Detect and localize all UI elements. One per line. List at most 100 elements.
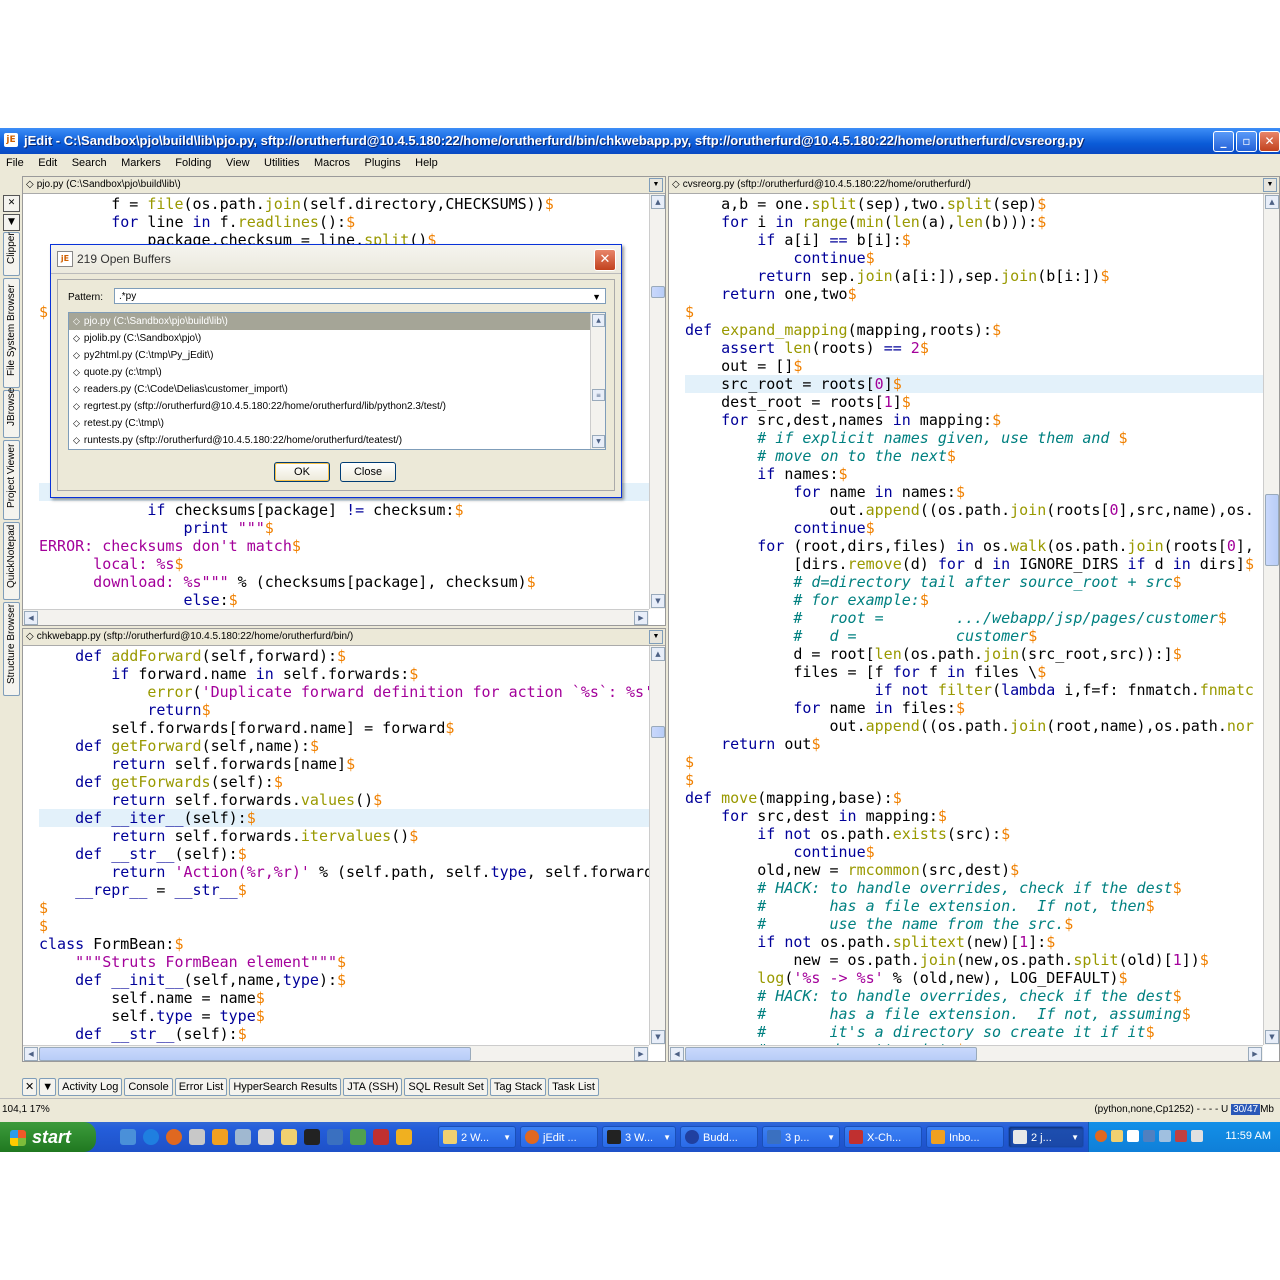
quicklaunch-ie-icon[interactable]	[143, 1129, 159, 1145]
quicklaunch-firefox-icon[interactable]	[166, 1129, 182, 1145]
bottom-dock-menu-icon[interactable]: ▼	[39, 1078, 57, 1096]
horizontal-scrollbar-cvsreorg[interactable]: ◀ ▶	[669, 1045, 1263, 1061]
task-buddy[interactable]: Budd...	[680, 1126, 758, 1148]
system-clock[interactable]: 11:59 AM	[1225, 1130, 1271, 1142]
menu-help[interactable]: Help	[409, 154, 443, 169]
vertical-scrollbar-pjo[interactable]: ▲ ▼	[649, 194, 665, 609]
dock-tab-file-system-browser[interactable]: File System Browser	[3, 278, 20, 388]
tray-doc-icon[interactable]	[1127, 1130, 1139, 1142]
ok-button[interactable]: OK	[274, 462, 330, 482]
task-programs[interactable]: 3 p... ▼	[762, 1126, 840, 1148]
menu-view[interactable]: View	[220, 154, 255, 169]
tab-console[interactable]: Console	[124, 1078, 173, 1096]
dock-tab-project-viewer[interactable]: Project Viewer	[3, 440, 20, 520]
memory-indicator[interactable]: 30/47	[1231, 1104, 1261, 1115]
quicklaunch-app-icon[interactable]	[327, 1129, 343, 1145]
left-dock: ✕ ▼ Clipper File System Browser JBrowse …	[0, 174, 22, 704]
bottom-dock-close-icon[interactable]: ✕	[22, 1078, 38, 1096]
vertical-scrollbar-chkwebapp[interactable]: ▲ ▼	[649, 646, 665, 1045]
list-item[interactable]: ◇ pjo.py (C:\Sandbox\pjo\build\lib\)	[69, 313, 605, 330]
dialog-title-bar[interactable]: jE 219 Open Buffers ✕	[51, 245, 621, 274]
task-windows-explorer[interactable]: 2 W... ▼	[438, 1126, 516, 1148]
task-inbox[interactable]: Inbo...	[926, 1126, 1004, 1148]
quicklaunch-tool-icon[interactable]	[189, 1129, 205, 1145]
task-jedit[interactable]: 2 j... ▼	[1008, 1126, 1084, 1148]
quicklaunch-mail-icon[interactable]	[212, 1129, 228, 1145]
task-jedit-firefox[interactable]: jEdit ...	[520, 1126, 598, 1148]
list-item[interactable]: ◇ pjolib.py (C:\Sandbox\pjo\)	[69, 330, 605, 347]
buffer-list: ◇ pjo.py (C:\Sandbox\pjo\build\lib\) ◇ pjo…	[68, 312, 606, 450]
title-bar[interactable]: jE jEdit - C:\Sandbox\pjo\build\lib\pjo.…	[0, 128, 1280, 154]
quicklaunch-folder-icon[interactable]	[281, 1129, 297, 1145]
minimize-button[interactable]: _	[1213, 131, 1234, 152]
menu-macros[interactable]: Macros	[308, 154, 355, 169]
dock-tab-structure-browser[interactable]: Structure Browser	[3, 602, 20, 696]
buffer-status: (python,none,Cp1252) - - - - U 30/47 Mb	[1094, 1104, 1274, 1115]
dock-menu-icon[interactable]: ▼	[3, 214, 20, 231]
tray-connection-icon[interactable]	[1159, 1130, 1171, 1142]
list-item[interactable]: ◇ quote.py (c:\tmp\)	[69, 364, 605, 381]
tab-task-list[interactable]: Task List	[548, 1078, 599, 1096]
menu-folding[interactable]: Folding	[169, 154, 216, 169]
start-button[interactable]: start	[0, 1122, 96, 1152]
menu-markers[interactable]: Markers	[115, 154, 166, 169]
dropdown-arrow-icon[interactable]: ▼	[649, 178, 663, 192]
dialog-body: Pattern: .*py ▼ ◇ pjo.py (C:\Sandbox\pjo\b…	[57, 279, 615, 491]
text-area-chkwebapp[interactable]: def addForward(self,forward):$ if forwar…	[23, 646, 649, 1045]
menu-edit[interactable]: Edit	[32, 154, 62, 169]
quicklaunch-console-icon[interactable]	[304, 1129, 320, 1145]
dialog-title: 219 Open Buffers	[77, 252, 171, 266]
dock-tab-jbrowse[interactable]: JBrowse	[3, 388, 20, 438]
tab-hypersearch-results[interactable]: HyperSearch Results	[229, 1078, 342, 1096]
system-tray: 11:59 AM	[1088, 1122, 1280, 1152]
tray-expand-icon[interactable]	[1095, 1130, 1107, 1142]
tab-sql-result-set[interactable]: SQL Result Set	[404, 1078, 488, 1096]
tab-activity-log[interactable]: Activity Log	[58, 1078, 123, 1096]
menu-utilities[interactable]: Utilities	[258, 154, 304, 169]
quicklaunch-app2-icon[interactable]	[350, 1129, 366, 1145]
dock-close-icon[interactable]: ✕	[3, 195, 20, 212]
text-area-cvsreorg[interactable]: a,b = one.split(sep),two.split(sep)$ for…	[669, 194, 1263, 1045]
dialog-close-button[interactable]: ✕	[594, 249, 616, 271]
tray-security-icon[interactable]	[1175, 1130, 1187, 1142]
list-item[interactable]: ◇ readers.py (C:\Code\Delias\customer_imp…	[69, 381, 605, 398]
pattern-input[interactable]: .*py ▼	[114, 288, 606, 304]
tray-volume-icon[interactable]	[1191, 1130, 1203, 1142]
tab-jta-ssh[interactable]: JTA (SSH)	[343, 1078, 403, 1096]
menu-plugins[interactable]: Plugins	[359, 154, 406, 169]
buffer-switcher-chkwebapp[interactable]: ◇ chkwebapp.py (sftp://orutherfurd@10.4.5…	[23, 629, 665, 646]
buffer-switcher-cvsreorg[interactable]: ◇ cvsreorg.py (sftp://orutherfurd@10.4.5.…	[669, 177, 1279, 194]
quicklaunch-jedit-icon[interactable]	[396, 1129, 412, 1145]
quicklaunch-explorer-icon[interactable]	[120, 1129, 136, 1145]
tray-network-icon[interactable]	[1143, 1130, 1155, 1142]
task-command-windows[interactable]: 3 W... ▼	[602, 1126, 676, 1148]
dropdown-arrow-icon[interactable]: ▼	[1263, 178, 1277, 192]
status-bar: 104,1 17% (python,none,Cp1252) - - - - U…	[0, 1098, 1280, 1119]
dock-tab-clipper[interactable]: Clipper	[3, 232, 20, 276]
tab-error-list[interactable]: Error List	[174, 1078, 228, 1096]
pattern-dropdown-icon[interactable]: ▼	[592, 289, 601, 305]
horizontal-scrollbar-chkwebapp[interactable]: ◀ ▶	[23, 1045, 649, 1061]
quicklaunch-computer-icon[interactable]	[235, 1129, 251, 1145]
list-item[interactable]: ◇ regrtest.py (sftp://orutherfurd@10.4.5.…	[69, 398, 605, 415]
maximize-button[interactable]: ▫	[1236, 131, 1257, 152]
menu-file[interactable]: File	[0, 154, 29, 169]
close-window-button[interactable]: ✕	[1259, 131, 1280, 152]
quicklaunch-app3-icon[interactable]	[373, 1129, 389, 1145]
dropdown-arrow-icon[interactable]: ▼	[649, 630, 663, 644]
window-title: jEdit - C:\Sandbox\pjo\build\lib\pjo.py,…	[24, 133, 1084, 148]
task-x-chat[interactable]: X-Ch...	[844, 1126, 922, 1148]
tray-app-icon[interactable]	[1111, 1130, 1123, 1142]
close-button[interactable]: Close	[340, 462, 396, 482]
quicklaunch-network-icon[interactable]	[258, 1129, 274, 1145]
menu-search[interactable]: Search	[66, 154, 112, 169]
horizontal-scrollbar-pjo[interactable]: ◀ ▶	[23, 609, 649, 625]
dock-tab-quicknotepad[interactable]: QuickNotepad	[3, 522, 20, 600]
list-item[interactable]: ◇ retest.py (C:\tmp\)	[69, 415, 605, 432]
buffer-list-scrollbar[interactable]: ▲ ≡ ▼	[590, 313, 605, 449]
buffer-switcher-pjo[interactable]: ◇ pjo.py (C:\Sandbox\pjo\build\lib\) ▼	[23, 177, 665, 194]
vertical-scrollbar-cvsreorg[interactable]: ▲ ▼	[1263, 194, 1279, 1045]
tab-tag-stack[interactable]: Tag Stack	[489, 1078, 547, 1096]
list-item[interactable]: ◇ py2html.py (C:\tmp\Py_jEdit\)	[69, 347, 605, 364]
list-item[interactable]: ◇ runtests.py (sftp://orutherfurd@10.4.5.…	[69, 432, 605, 449]
